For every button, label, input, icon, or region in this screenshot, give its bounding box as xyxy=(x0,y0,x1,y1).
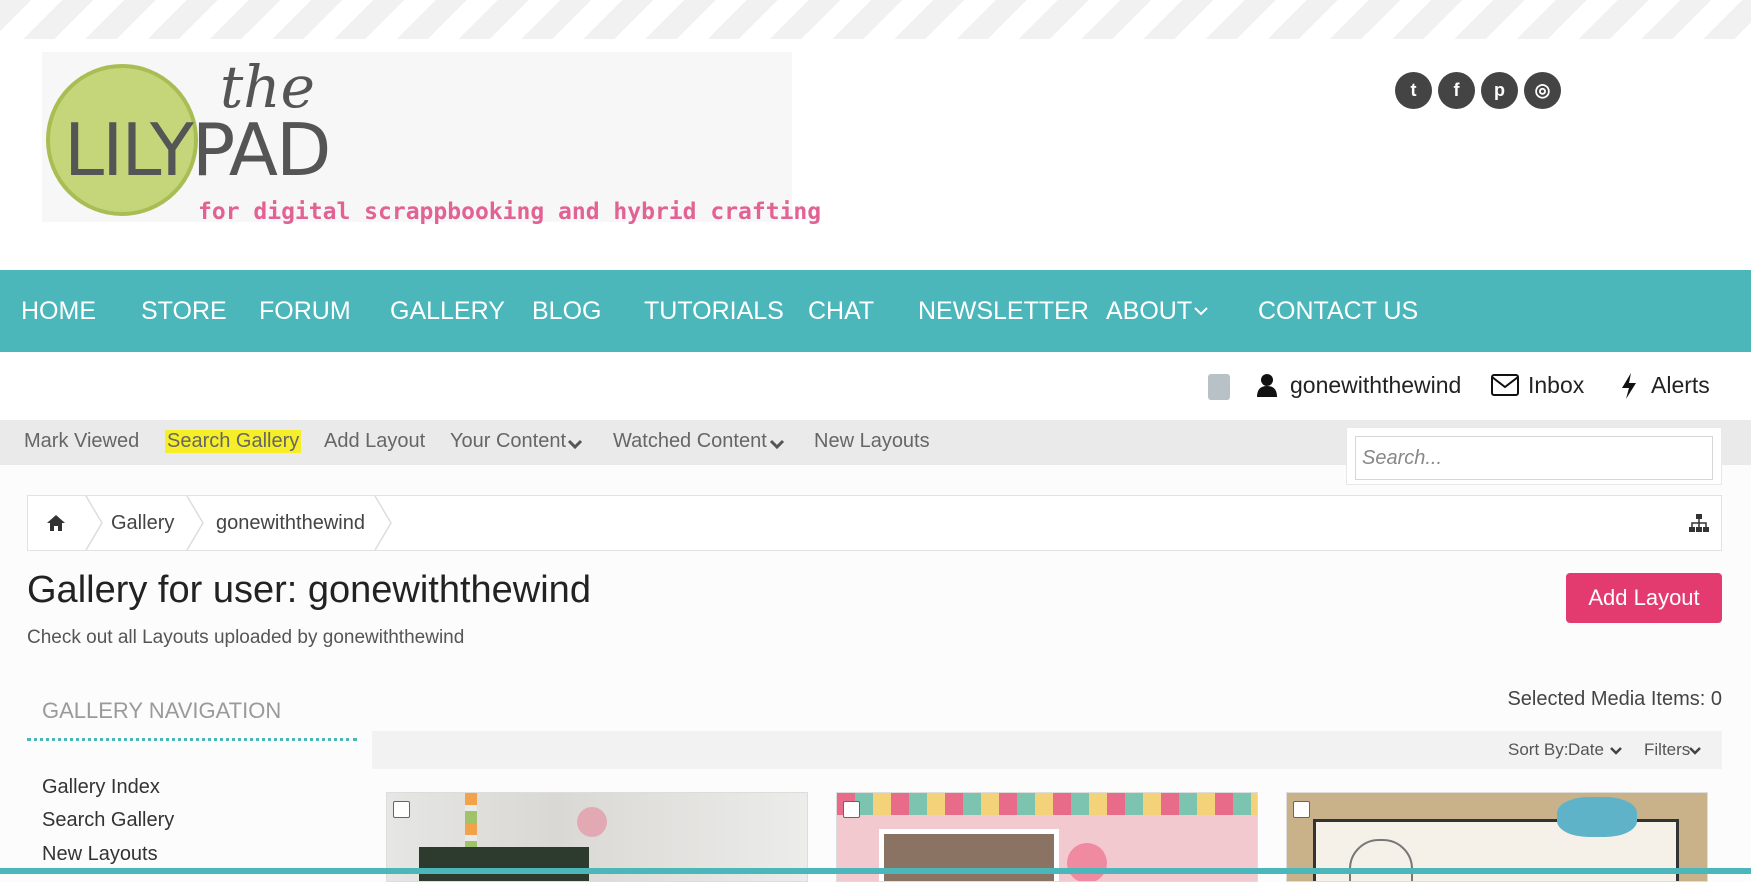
search-box xyxy=(1346,427,1722,485)
sort-label: Sort By: xyxy=(1508,740,1569,759)
thumbnail-art xyxy=(837,793,1257,815)
breadcrumb-separator xyxy=(85,496,103,550)
nav-about[interactable]: ABOUT xyxy=(1106,270,1192,352)
thumbnail-art xyxy=(879,829,1059,881)
avatar[interactable] xyxy=(1208,374,1230,400)
decorative-stripe-band xyxy=(0,0,1751,39)
thumbnail-art xyxy=(1557,797,1637,837)
select-checkbox[interactable] xyxy=(843,801,860,818)
footer-bar xyxy=(0,868,1751,874)
breadcrumb-gallery[interactable]: Gallery xyxy=(111,496,174,550)
breadcrumb-user[interactable]: gonewiththewind xyxy=(216,496,365,550)
nav-newsletter[interactable]: NEWSLETTER xyxy=(918,270,1089,352)
divider xyxy=(27,738,357,741)
nav-store[interactable]: STORE xyxy=(141,270,227,352)
filters-dropdown[interactable]: Filters xyxy=(1644,740,1690,760)
user-bar: gonewiththewind Inbox Alerts xyxy=(0,352,1751,420)
gallery-nav-item[interactable]: Gallery Index xyxy=(42,776,160,799)
bolt-icon xyxy=(1622,373,1636,399)
chevron-down-icon xyxy=(769,439,785,450)
site-logo[interactable]: the LILYPAD for digital scrappbooking an… xyxy=(42,52,821,225)
nav-gallery[interactable]: GALLERY xyxy=(390,270,505,352)
page-title: Gallery for user: gonewiththewind xyxy=(27,569,591,611)
sort-dropdown[interactable]: Date xyxy=(1568,740,1604,760)
breadcrumb-separator xyxy=(374,496,392,550)
home-icon[interactable] xyxy=(46,514,66,532)
nav-tutorials[interactable]: TUTORIALS xyxy=(644,270,784,352)
sort-bar: Sort By: Date Filters xyxy=(372,731,1722,769)
nav-contact[interactable]: CONTACT US xyxy=(1258,270,1418,352)
sitemap-icon[interactable] xyxy=(1688,513,1710,533)
chevron-down-icon xyxy=(1194,307,1208,316)
page-subtitle: Check out all Layouts uploaded by gonewi… xyxy=(27,627,465,648)
your-content-menu[interactable]: Your Content xyxy=(450,430,566,453)
gallery-navigation-title: GALLERY NAVIGATION xyxy=(42,698,282,723)
nav-forum[interactable]: FORUM xyxy=(259,270,351,352)
selected-media-count: Selected Media Items: 0 xyxy=(1507,688,1722,710)
logo-tagline: for digital scrappbooking and hybrid cra… xyxy=(198,199,822,225)
inbox-link[interactable]: Inbox xyxy=(1528,372,1584,399)
gallery-nav-item[interactable]: Search Gallery xyxy=(42,809,174,832)
select-checkbox[interactable] xyxy=(1293,801,1310,818)
instagram-icon[interactable]: ◎ xyxy=(1524,72,1561,109)
search-input[interactable] xyxy=(1355,436,1713,480)
thumbnail-art xyxy=(1067,843,1107,881)
pinterest-icon[interactable]: p xyxy=(1481,72,1518,109)
logo-lilypad: LILYPAD xyxy=(64,108,331,192)
thumbnail-art xyxy=(419,847,589,881)
nav-blog[interactable]: BLOG xyxy=(532,270,601,352)
select-checkbox[interactable] xyxy=(393,801,410,818)
site-header: the LILYPAD for digital scrappbooking an… xyxy=(0,39,1751,270)
thumbnail-art xyxy=(577,807,607,837)
facebook-icon[interactable]: f xyxy=(1438,72,1475,109)
new-layouts-link[interactable]: New Layouts xyxy=(814,430,930,453)
chevron-down-icon xyxy=(567,439,583,450)
envelope-icon xyxy=(1491,374,1519,396)
chevron-down-icon xyxy=(1689,747,1701,755)
alerts-link[interactable]: Alerts xyxy=(1651,372,1710,399)
gallery-nav-item[interactable]: New Layouts xyxy=(42,843,158,866)
breadcrumb-separator xyxy=(186,496,204,550)
add-layout-button[interactable]: Add Layout xyxy=(1566,573,1722,623)
main-nav: HOME STORE FORUM GALLERY BLOG TUTORIALS … xyxy=(0,270,1751,352)
chevron-down-icon xyxy=(1610,747,1622,755)
watched-content-menu[interactable]: Watched Content xyxy=(613,430,767,453)
nav-home[interactable]: HOME xyxy=(21,270,96,352)
username-link[interactable]: gonewiththewind xyxy=(1290,372,1461,399)
user-icon xyxy=(1257,374,1277,397)
mark-viewed-link[interactable]: Mark Viewed xyxy=(24,430,139,453)
add-layout-link[interactable]: Add Layout xyxy=(324,430,425,453)
search-gallery-link[interactable]: Search Gallery xyxy=(165,430,302,453)
nav-chat[interactable]: CHAT xyxy=(808,270,874,352)
breadcrumb: Gallery gonewiththewind xyxy=(27,495,1722,551)
twitter-icon[interactable]: t xyxy=(1395,72,1432,109)
